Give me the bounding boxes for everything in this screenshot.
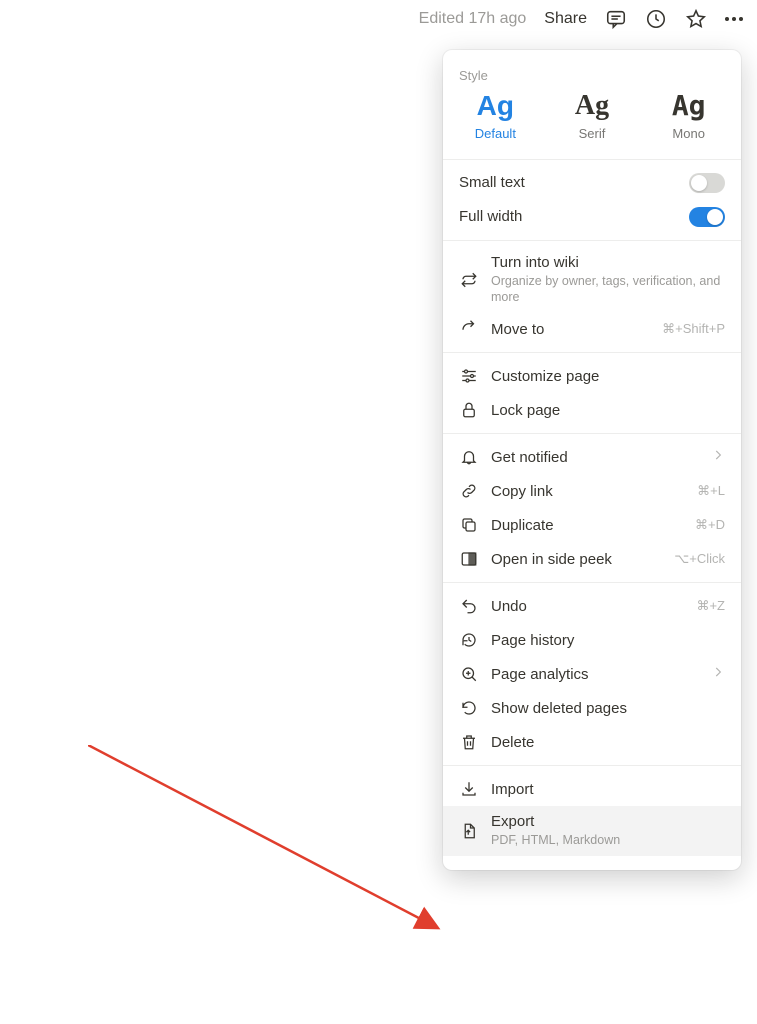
open-side-peek-item[interactable]: Open in side peek ⌥+Click <box>443 542 741 576</box>
trash-icon <box>459 732 479 752</box>
annotation-arrow <box>88 745 458 945</box>
shortcut: ⌘+D <box>695 517 725 533</box>
undo-icon <box>459 596 479 616</box>
item-label: Get notified <box>491 449 699 466</box>
duplicate-icon <box>459 515 479 535</box>
link-icon <box>459 481 479 501</box>
small-text-toggle[interactable] <box>689 173 725 193</box>
item-label: Export <box>491 813 725 830</box>
item-label: Lock page <box>491 402 725 419</box>
shortcut: ⌘+Z <box>696 598 725 614</box>
style-option-mono[interactable]: Ag Mono <box>640 91 737 141</box>
analytics-icon <box>459 664 479 684</box>
item-label: Customize page <box>491 368 725 385</box>
small-text-toggle-row[interactable]: Small text <box>443 166 741 200</box>
item-label: Copy link <box>491 483 685 500</box>
show-deleted-item[interactable]: Show deleted pages <box>443 691 741 725</box>
toggle-label: Small text <box>459 174 525 191</box>
sidepeek-icon <box>459 549 479 569</box>
page-options-menu: Style Ag Default Ag Serif Ag Mono Small … <box>443 50 741 870</box>
style-option-serif[interactable]: Ag Serif <box>544 91 641 141</box>
toggles-section: Small text Full width <box>443 159 741 240</box>
bell-icon <box>459 447 479 467</box>
style-name: Default <box>447 126 544 141</box>
star-icon[interactable] <box>685 8 707 30</box>
item-label: Undo <box>491 598 684 615</box>
item-label: Show deleted pages <box>491 700 725 717</box>
lock-page-item[interactable]: Lock page <box>443 393 741 427</box>
toggle-label: Full width <box>459 208 522 225</box>
customize-page-item[interactable]: Customize page <box>443 359 741 393</box>
item-label: Page analytics <box>491 666 699 683</box>
edited-status: Edited 17h ago <box>419 10 527 28</box>
page-analytics-item[interactable]: Page analytics <box>443 657 741 691</box>
more-icon[interactable] <box>725 17 743 21</box>
lock-icon <box>459 400 479 420</box>
repeat-icon <box>459 270 479 290</box>
style-section: Style Ag Default Ag Serif Ag Mono <box>443 50 741 159</box>
item-label: Open in side peek <box>491 551 662 568</box>
export-item[interactable]: Export PDF, HTML, Markdown <box>443 806 741 855</box>
clock-icon[interactable] <box>645 8 667 30</box>
style-option-default[interactable]: Ag Default <box>447 91 544 141</box>
topbar: Edited 17h ago Share <box>419 8 743 30</box>
delete-item[interactable]: Delete <box>443 725 741 759</box>
sliders-icon <box>459 366 479 386</box>
arrow-forward-icon <box>459 319 479 339</box>
item-sublabel: Organize by owner, tags, verification, a… <box>491 273 725 306</box>
chevron-right-icon <box>711 448 725 466</box>
full-width-toggle[interactable] <box>689 207 725 227</box>
undo-item[interactable]: Undo ⌘+Z <box>443 589 741 623</box>
item-label: Turn into wiki <box>491 254 725 271</box>
import-icon <box>459 779 479 799</box>
turn-into-wiki-item[interactable]: Turn into wiki Organize by owner, tags, … <box>443 247 741 313</box>
comment-icon[interactable] <box>605 8 627 30</box>
get-notified-item[interactable]: Get notified <box>443 440 741 474</box>
shortcut: ⌥+Click <box>674 551 725 567</box>
full-width-toggle-row[interactable]: Full width <box>443 200 741 234</box>
duplicate-item[interactable]: Duplicate ⌘+D <box>443 508 741 542</box>
style-label: Style <box>443 56 741 91</box>
move-to-item[interactable]: Move to ⌘+Shift+P <box>443 312 741 346</box>
copy-link-item[interactable]: Copy link ⌘+L <box>443 474 741 508</box>
style-sample: Ag <box>447 91 544 122</box>
item-label: Duplicate <box>491 517 683 534</box>
history-icon <box>459 630 479 650</box>
style-sample: Ag <box>640 91 737 122</box>
page-history-item[interactable]: Page history <box>443 623 741 657</box>
export-icon <box>459 821 479 841</box>
item-label: Page history <box>491 632 725 649</box>
restore-icon <box>459 698 479 718</box>
shortcut: ⌘+L <box>697 483 725 499</box>
import-item[interactable]: Import <box>443 772 741 806</box>
item-sublabel: PDF, HTML, Markdown <box>491 832 725 848</box>
style-name: Mono <box>640 126 737 141</box>
style-name: Serif <box>544 126 641 141</box>
style-sample: Ag <box>544 91 641 122</box>
item-label: Delete <box>491 734 725 751</box>
item-label: Import <box>491 781 725 798</box>
item-label: Move to <box>491 321 650 338</box>
shortcut: ⌘+Shift+P <box>662 321 725 337</box>
share-button[interactable]: Share <box>544 10 587 28</box>
chevron-right-icon <box>711 665 725 683</box>
